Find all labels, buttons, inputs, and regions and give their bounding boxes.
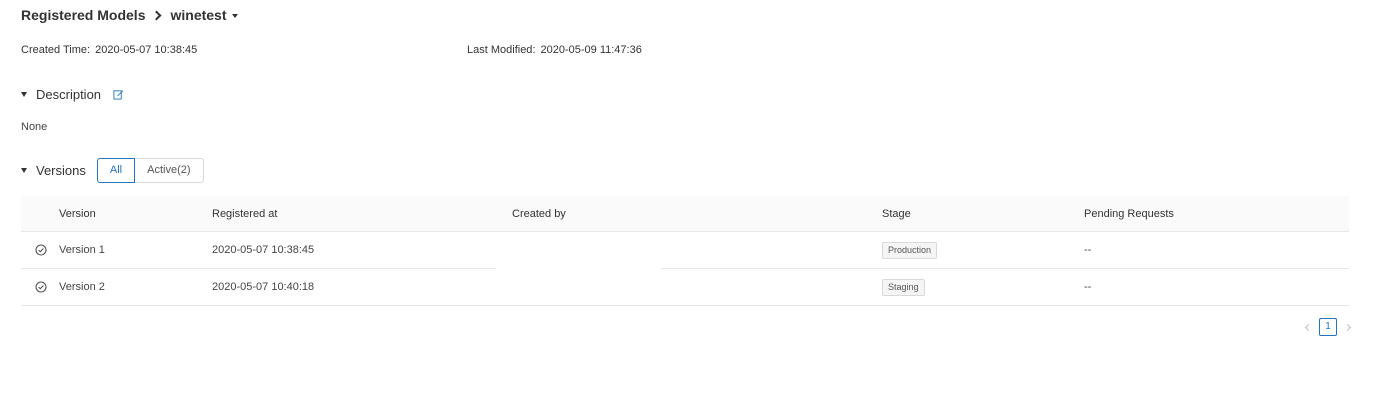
description-header[interactable]: Description (21, 87, 124, 102)
pending-requests-cell: -- (1084, 244, 1092, 256)
check-circle-icon (35, 281, 47, 293)
column-header-created-by: Created by (512, 208, 566, 220)
last-modified-label: Last Modified (467, 44, 541, 56)
filter-active-button[interactable]: Active(2) (135, 158, 204, 183)
breadcrumb: Registered Models winetest (21, 6, 238, 24)
edit-icon[interactable] (113, 89, 124, 100)
registered-at-cell: 2020-05-07 10:38:45 (212, 244, 315, 256)
check-circle-icon (35, 244, 47, 256)
breadcrumb-registered-models-link[interactable]: Registered Models (21, 7, 145, 23)
column-header-version[interactable]: Version (59, 196, 96, 232)
version-link[interactable]: Version 2 (59, 269, 105, 305)
column-header-stage: Stage (882, 208, 911, 220)
version-filter-toggle: All Active(2) (96, 158, 204, 183)
caret-down-icon[interactable] (231, 14, 238, 18)
last-modified-value: 2020-05-09 11:47:36 (540, 44, 642, 56)
next-page-icon[interactable] (1343, 323, 1352, 331)
column-header-pending-requests: Pending Requests (1084, 208, 1174, 220)
row-divider (21, 305, 1349, 306)
table-row: Version 1 2020-05-07 10:38:45 Production… (21, 232, 1349, 269)
created-time-value: 2020-05-07 10:38:45 (95, 44, 198, 56)
version-link[interactable]: Version 1 (59, 232, 105, 268)
prev-page-icon[interactable] (1304, 323, 1313, 331)
description-heading: Description (36, 87, 102, 102)
created-time: Created Time2020-05-07 10:38:45 (21, 44, 197, 56)
pagination: 1 (1304, 318, 1352, 336)
versions-header: Versions All Active(2) (21, 158, 204, 183)
last-modified: Last Modified2020-05-09 11:47:36 (467, 44, 642, 56)
stage-badge: Production (882, 242, 938, 259)
column-header-registered-at[interactable]: Registered at (212, 196, 277, 232)
versions-heading: Versions (36, 163, 86, 178)
registered-at-cell: 2020-05-07 10:40:18 (212, 281, 315, 293)
versions-table: Version Registered at Created by Stage P… (21, 196, 1349, 306)
created-time-label: Created Time (21, 44, 95, 56)
table-header: Version Registered at Created by Stage P… (21, 196, 1349, 232)
model-name[interactable]: winetest (170, 7, 226, 23)
stage-badge: Staging (882, 279, 925, 296)
pending-requests-cell: -- (1084, 281, 1092, 293)
filter-all-button[interactable]: All (96, 158, 136, 183)
collapse-caret-icon[interactable] (21, 92, 27, 97)
table-row: Version 2 2020-05-07 10:40:18 Staging -- (21, 269, 1349, 306)
collapse-caret-icon[interactable] (21, 168, 27, 173)
page-number-button[interactable]: 1 (1319, 318, 1337, 336)
description-text: None (21, 121, 48, 133)
chevron-right-icon (152, 10, 162, 20)
